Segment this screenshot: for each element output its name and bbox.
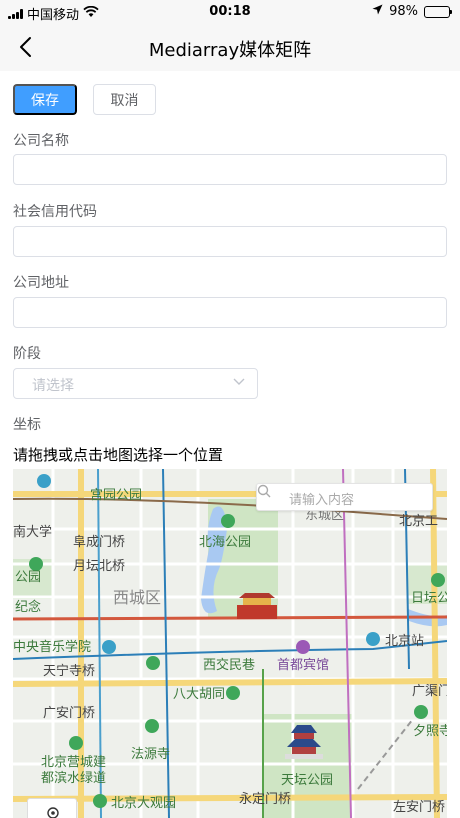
cancel-button[interactable]: 取消 [93, 84, 156, 115]
map-label-tianning: 天宁寺桥 [43, 663, 95, 679]
map-label-guangqu: 广渠门 [412, 684, 447, 699]
save-button[interactable]: 保存 [13, 84, 77, 115]
navigation-bar: Mediarray媒体矩阵 [0, 24, 460, 71]
map-label-yingcheng-2: 都滨水绿道 [41, 770, 106, 786]
map-label-ritan: 日坛公 [411, 591, 447, 606]
company-name-label: 公司名称 [13, 133, 69, 149]
map-label-zuoanmen: 左安门桥 [393, 800, 445, 815]
map-label-conservatory: 中央音乐学院 [13, 639, 91, 655]
map-view[interactable]: 宫园公园 南大学 阜成门桥 月坛北桥 公园 北海公园 东城区 北京工 日坛公 西… [13, 469, 447, 818]
map-label-guanganmen: 广安门桥 [43, 706, 95, 721]
map-label-jinianguan: 纪念 [15, 599, 41, 615]
credit-code-input[interactable] [13, 226, 447, 257]
credit-code-label: 社会信用代码 [13, 204, 97, 220]
map-label-fayuan: 法源寺 [131, 747, 170, 762]
map-label-nandaxue: 南大学 [13, 524, 52, 540]
page-title: Mediarray媒体矩阵 [148, 40, 312, 61]
map-label-gongyuan: 宫园公园 [90, 488, 142, 503]
location-arrow-icon [372, 4, 383, 19]
tiananmen-icon[interactable] [237, 593, 277, 619]
map-hint: 请拖拽或点击地图选择一个位置 [13, 446, 224, 464]
battery-percent: 98% [389, 4, 418, 19]
map-canvas[interactable]: 宫园公园 南大学 阜成门桥 月坛北桥 公园 北海公园 东城区 北京工 日坛公 西… [13, 469, 447, 818]
company-address-label: 公司地址 [13, 275, 69, 291]
coords-label: 坐标 [13, 417, 41, 433]
map-label-beijing-station: 北京站 [385, 634, 424, 649]
map-label-capital-hotel: 首都宾馆 [277, 657, 329, 673]
stage-label: 阶段 [13, 346, 41, 362]
chevron-down-icon [233, 378, 245, 385]
map-label-yingcheng-1: 北京营城建 [41, 755, 106, 770]
map-label-xijiaominxiang: 西交民巷 [203, 657, 255, 673]
locate-icon [47, 807, 59, 818]
search-icon [257, 484, 271, 498]
map-label-yuezhao: 夕照寺 [413, 724, 447, 739]
stage-select[interactable]: 请选择 [13, 368, 258, 399]
map-label-yuetan-park: 公园 [15, 570, 41, 585]
status-right: 98% [372, 4, 452, 19]
map-label-yongding: 永定门桥 [239, 792, 291, 807]
locate-button[interactable] [27, 798, 77, 818]
map-label-xicheng: 西城区 [113, 588, 161, 607]
battery-icon [424, 5, 452, 18]
map-search-input[interactable]: 请输入内容 [256, 483, 433, 511]
map-label-daguanyuan: 北京大观园 [111, 796, 176, 811]
stage-select-placeholder: 请选择 [32, 378, 74, 394]
map-label-beihai: 北海公园 [199, 535, 251, 550]
map-label-beijing-gong: 北京工 [399, 514, 438, 529]
map-label-badahutong: 八大胡同 [173, 687, 225, 702]
map-label-tiantan: 天坛公园 [281, 773, 333, 788]
map-search-placeholder: 请输入内容 [289, 493, 355, 508]
status-bar: 中国移动 00:18 98% [0, 0, 460, 24]
company-name-input[interactable] [13, 154, 447, 185]
map-label-fuchengmen: 阜成门桥 [73, 534, 125, 550]
changan-avenue [13, 615, 447, 621]
map-label-yuetan-bridge: 月坛北桥 [73, 559, 125, 574]
company-address-input[interactable] [13, 297, 447, 328]
